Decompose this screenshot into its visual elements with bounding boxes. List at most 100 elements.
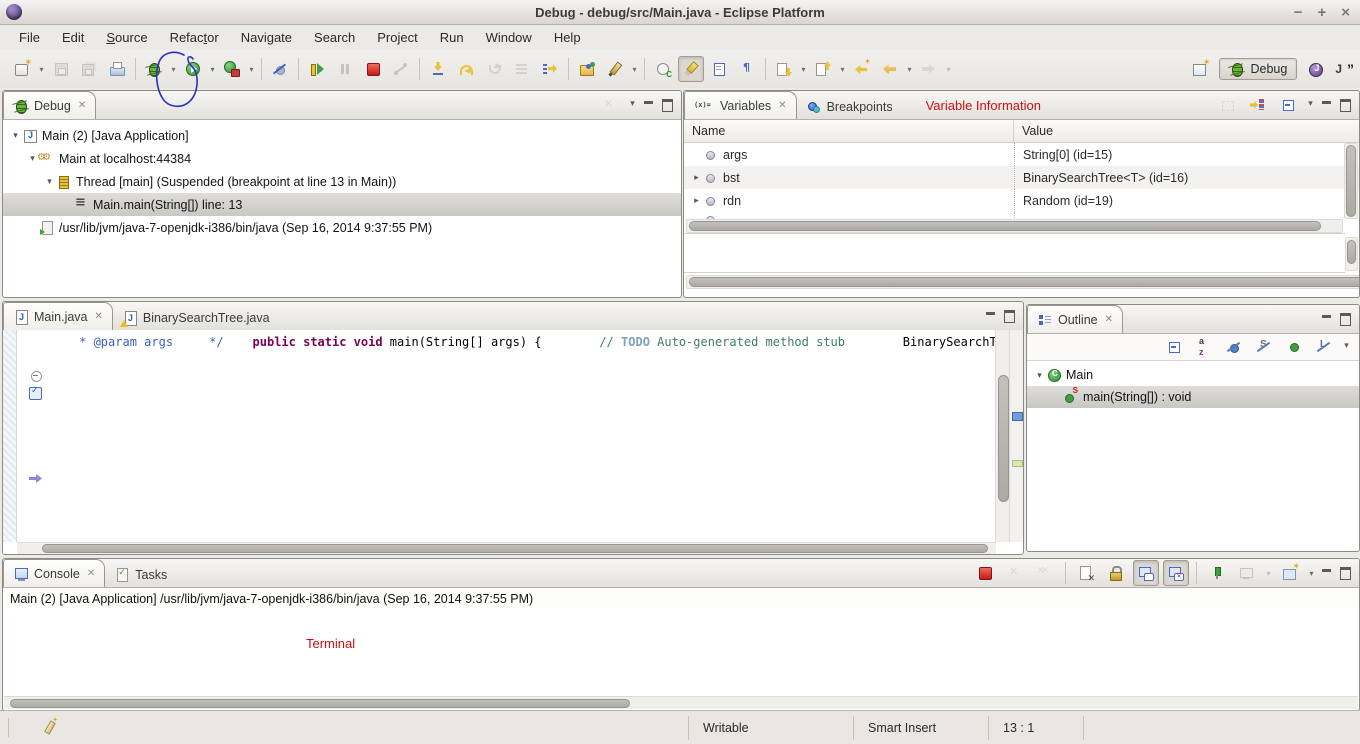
variable-row[interactable]: argsString[0] (id=15): [684, 143, 1359, 166]
new-wizard-button[interactable]: [9, 56, 35, 82]
debug-tab-close-icon[interactable]: ✕: [78, 100, 86, 111]
variables-vscrollbar[interactable]: [1344, 143, 1358, 219]
show-selected-element-button[interactable]: [706, 56, 732, 82]
variable-row[interactable]: ▸bstBinarySearchTree<T> (id=16): [684, 166, 1359, 189]
outline-row[interactable]: ▾Main: [1027, 364, 1359, 386]
tab-outline[interactable]: Outline ✕: [1027, 305, 1123, 333]
next-annotation-button[interactable]: [771, 56, 797, 82]
expander-icon[interactable]: ▾: [9, 130, 22, 141]
debug-dropdown-icon[interactable]: ▾: [168, 65, 179, 74]
outline-tab-close-icon[interactable]: ✕: [1105, 314, 1113, 325]
tab-main-java[interactable]: Main.java ✕: [3, 302, 113, 330]
hide-nonpublic-button[interactable]: [1281, 334, 1307, 360]
debug-view-menu-icon[interactable]: ▾: [626, 98, 639, 113]
debug-minimize-icon[interactable]: [641, 98, 657, 113]
show-stdout-button[interactable]: [1133, 560, 1159, 586]
gutter-row[interactable]: [17, 504, 43, 521]
debug-tree-row[interactable]: Main.main(String[]) line: 13: [3, 193, 681, 216]
previous-annotation-dropdown-icon[interactable]: ▾: [837, 65, 848, 74]
hide-static-button[interactable]: [1251, 334, 1277, 360]
variables-hscrollbar[interactable]: [686, 219, 1343, 233]
fold-collapse-icon[interactable]: [31, 371, 42, 382]
variables-view-menu-icon[interactable]: ▾: [1304, 98, 1317, 113]
expander-icon[interactable]: ▸: [690, 172, 703, 183]
use-step-filters-button[interactable]: [537, 56, 563, 82]
menu-help[interactable]: Help: [543, 27, 592, 48]
clear-console-button[interactable]: [1073, 560, 1099, 586]
expander-icon[interactable]: ▾: [43, 176, 56, 187]
outline-minimize-icon[interactable]: [1319, 312, 1335, 327]
overview-marker-occurrence[interactable]: [1012, 412, 1023, 421]
menu-file[interactable]: File: [8, 27, 51, 48]
java-perspective-label[interactable]: J: [1335, 62, 1342, 76]
menu-edit[interactable]: Edit: [51, 27, 95, 48]
gutter-row[interactable]: [17, 470, 43, 487]
column-value[interactable]: Value: [1014, 120, 1359, 142]
expander-icon[interactable]: ▾: [1033, 370, 1046, 381]
gutter-row[interactable]: [17, 453, 43, 470]
previous-annotation-button[interactable]: [810, 56, 836, 82]
mark-occurrences-button[interactable]: [678, 56, 704, 82]
tab-debug[interactable]: Debug ✕: [3, 91, 96, 119]
variables-bottom-hscrollbar[interactable]: [686, 275, 1360, 289]
debug-button[interactable]: [141, 56, 167, 82]
variable-detail-pane[interactable]: [684, 233, 1345, 273]
run-external-tools-button[interactable]: [219, 56, 245, 82]
new-wizard-dropdown-icon[interactable]: ▾: [36, 65, 47, 74]
editor-gutter[interactable]: [17, 334, 43, 521]
step-over-button[interactable]: [453, 56, 479, 82]
gutter-row[interactable]: [17, 351, 43, 368]
gutter-row[interactable]: [17, 419, 43, 436]
editor-maximize-icon[interactable]: [1001, 309, 1017, 324]
hide-local-button[interactable]: [1311, 334, 1337, 360]
console-minimize-icon[interactable]: [1319, 566, 1335, 581]
show-stderr-button[interactable]: [1163, 560, 1189, 586]
step-into-button[interactable]: [425, 56, 451, 82]
outline-maximize-icon[interactable]: [1337, 312, 1353, 327]
terminate-console-button[interactable]: [972, 560, 998, 586]
tab-breakpoints[interactable]: Breakpoints: [797, 95, 902, 119]
editor-marker-ruler[interactable]: [3, 330, 17, 542]
gutter-row[interactable]: [17, 402, 43, 419]
detail-vscrollbar[interactable]: [1345, 237, 1358, 271]
debug-tree-row[interactable]: ▾Main (2) [Java Application]: [3, 124, 681, 147]
debug-tree-row[interactable]: ▾Main at localhost:44384: [3, 147, 681, 170]
code-line[interactable]: * @param args: [43, 335, 173, 349]
close-window-button[interactable]: ×: [1341, 5, 1350, 20]
run-button[interactable]: [180, 56, 206, 82]
minimize-window-button[interactable]: −: [1294, 5, 1303, 20]
code-line[interactable]: public static void main(String[] args) {: [224, 335, 542, 349]
resume-button[interactable]: [304, 56, 330, 82]
menu-run[interactable]: Run: [429, 27, 475, 48]
debug-maximize-icon[interactable]: [659, 98, 675, 113]
back-button[interactable]: [877, 56, 903, 82]
pencil-sparkle-icon[interactable]: [42, 719, 58, 735]
gutter-row[interactable]: [17, 368, 43, 385]
hide-fields-button[interactable]: [1221, 334, 1247, 360]
editor-hscrollbar[interactable]: [17, 542, 996, 554]
outline-tree[interactable]: ▾Mainmain(String[]) : void: [1027, 361, 1359, 408]
console-hscrollbar[interactable]: [4, 696, 1358, 709]
outline-view-menu-icon[interactable]: ▾: [1340, 340, 1353, 355]
menu-source[interactable]: Source: [95, 27, 158, 48]
run-external-tools-dropdown-icon[interactable]: ▾: [246, 65, 257, 74]
print-button[interactable]: [104, 56, 130, 82]
menu-navigate[interactable]: Navigate: [230, 27, 303, 48]
show-whitespace-button[interactable]: [734, 56, 760, 82]
code-line[interactable]: */: [173, 335, 224, 349]
debug-tree-row[interactable]: ▾Thread [main] (Suspended (breakpoint at…: [3, 170, 681, 193]
tab-console[interactable]: Console ✕: [3, 559, 105, 587]
open-type-button[interactable]: [574, 56, 600, 82]
code-text-area[interactable]: * @param args */ public static void main…: [43, 330, 996, 542]
overview-ruler[interactable]: [1009, 330, 1023, 542]
next-annotation-dropdown-icon[interactable]: ▾: [798, 65, 809, 74]
tab-variables[interactable]: Variables ✕: [684, 91, 797, 119]
open-task-button[interactable]: [602, 56, 628, 82]
debug-perspective-button[interactable]: Debug: [1219, 58, 1297, 80]
code-editor[interactable]: * @param args */ public static void main…: [3, 330, 1023, 554]
code-line[interactable]: BinarySearchTree<Integer> bst = new Bina…: [845, 335, 996, 349]
java-perspective-button[interactable]: [1303, 56, 1329, 82]
console-maximize-icon[interactable]: [1337, 566, 1353, 581]
tab-binarysearchtree-java[interactable]: BinarySearchTree.java: [113, 306, 279, 330]
menu-window[interactable]: Window: [475, 27, 543, 48]
